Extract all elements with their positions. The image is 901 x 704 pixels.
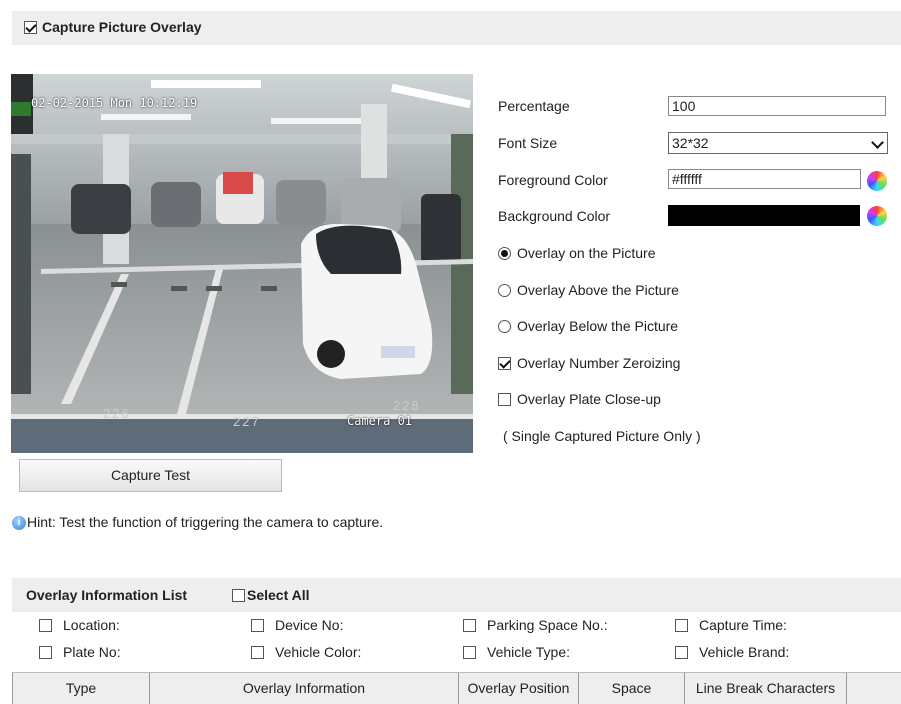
field-parking-space-no[interactable]: Parking Space No.: (463, 617, 608, 633)
overlay-plate-closeup-checkbox[interactable] (498, 392, 511, 406)
chevron-down-icon (871, 136, 884, 149)
field-vehicle-brand[interactable]: Vehicle Brand: (675, 644, 789, 660)
field-checkbox[interactable] (463, 618, 476, 632)
parking-garage-image (11, 74, 473, 453)
field-label: Vehicle Brand: (699, 644, 790, 660)
field-label: Vehicle Type: (487, 644, 571, 660)
field-checkbox[interactable] (39, 645, 52, 659)
overlay-below-picture-label: Overlay Below the Picture (517, 318, 679, 334)
capture-overlay-checkbox[interactable] (24, 20, 37, 34)
overlay-below-picture-radio[interactable] (498, 319, 511, 333)
font-size-select[interactable]: 32*32 (668, 132, 888, 154)
overlay-on-picture-radio[interactable] (498, 246, 511, 260)
overlay-table-header: Type Overlay Information Overlay Positio… (12, 672, 901, 704)
parking-lot-number: 228 (393, 398, 421, 413)
field-checkbox[interactable] (251, 645, 264, 659)
field-plate-no[interactable]: Plate No: (39, 644, 121, 660)
field-checkbox[interactable] (251, 618, 264, 632)
capture-test-button[interactable]: Capture Test (19, 459, 282, 492)
camera-preview: 02-02-2015 Mon 10:12:19 226 227 228 Came… (11, 74, 473, 453)
capture-overlay-label: Capture Picture Overlay (42, 19, 202, 35)
camera-name: Camera 01 (347, 414, 413, 428)
field-location[interactable]: Location: (39, 617, 120, 633)
overlay-list-title: Overlay Information List (26, 587, 188, 603)
background-color-swatch[interactable] (668, 205, 860, 226)
field-device-no[interactable]: Device No: (251, 617, 343, 633)
field-vehicle-type[interactable]: Vehicle Type: (463, 644, 570, 660)
field-label: Capture Time: (699, 617, 787, 633)
font-size-value: 32*32 (672, 135, 709, 151)
field-checkbox[interactable] (675, 645, 688, 659)
field-label: Vehicle Color: (275, 644, 362, 660)
overlay-number-zeroizing-checkbox[interactable] (498, 356, 511, 370)
hint-label: Hint: Test the function of triggering th… (27, 514, 384, 530)
overlay-below-picture-option[interactable]: Overlay Below the Picture (498, 318, 678, 334)
field-checkbox[interactable] (39, 618, 52, 632)
column-space[interactable]: Space (578, 673, 684, 704)
info-icon: i (12, 516, 26, 531)
column-line-break-characters[interactable]: Line Break Characters (684, 673, 846, 704)
field-label: Location: (63, 617, 120, 633)
column-overlay-information[interactable]: Overlay Information (149, 673, 458, 704)
overlay-on-picture-option[interactable]: Overlay on the Picture (498, 245, 656, 261)
field-checkbox[interactable] (463, 645, 476, 659)
overlay-plate-closeup-option[interactable]: Overlay Plate Close-up (498, 391, 661, 407)
capture-picture-overlay-toggle[interactable]: Capture Picture Overlay (24, 19, 202, 35)
overlay-above-picture-label: Overlay Above the Picture (517, 282, 679, 298)
overlay-above-picture-option[interactable]: Overlay Above the Picture (498, 282, 679, 298)
background-color-label: Background Color (498, 208, 611, 224)
overlay-above-picture-radio[interactable] (498, 283, 511, 297)
camera-timestamp: 02-02-2015 Mon 10:12:19 (31, 96, 198, 110)
parking-lot-number: 226 (103, 406, 131, 421)
single-picture-note: ( Single Captured Picture Only ) (503, 428, 701, 444)
overlay-plate-closeup-label: Overlay Plate Close-up (517, 391, 661, 407)
field-capture-time[interactable]: Capture Time: (675, 617, 787, 633)
percentage-label: Percentage (498, 98, 570, 114)
hint-text: i Hint: Test the function of triggering t… (12, 514, 384, 531)
field-label: Device No: (275, 617, 344, 633)
column-extra (846, 673, 901, 704)
overlay-number-zeroizing-option[interactable]: Overlay Number Zeroizing (498, 355, 680, 371)
color-picker-icon[interactable] (867, 206, 887, 226)
foreground-color-input[interactable]: #ffffff (668, 169, 861, 189)
select-all-label: Select All (247, 587, 310, 603)
select-all-option[interactable]: Select All (232, 587, 310, 603)
foreground-color-label: Foreground Color (498, 172, 608, 188)
field-label: Parking Space No.: (487, 617, 608, 633)
select-all-checkbox[interactable] (232, 588, 245, 602)
color-picker-icon[interactable] (867, 171, 887, 191)
field-vehicle-color[interactable]: Vehicle Color: (251, 644, 361, 660)
field-label: Plate No: (63, 644, 121, 660)
overlay-on-picture-label: Overlay on the Picture (517, 245, 656, 261)
overlay-number-zeroizing-label: Overlay Number Zeroizing (517, 355, 681, 371)
parking-lot-number: 227 (233, 414, 261, 429)
percentage-input[interactable]: 100 (668, 96, 886, 116)
font-size-label: Font Size (498, 135, 558, 151)
column-overlay-position[interactable]: Overlay Position (458, 673, 578, 704)
column-type[interactable]: Type (12, 673, 149, 704)
field-checkbox[interactable] (675, 618, 688, 632)
